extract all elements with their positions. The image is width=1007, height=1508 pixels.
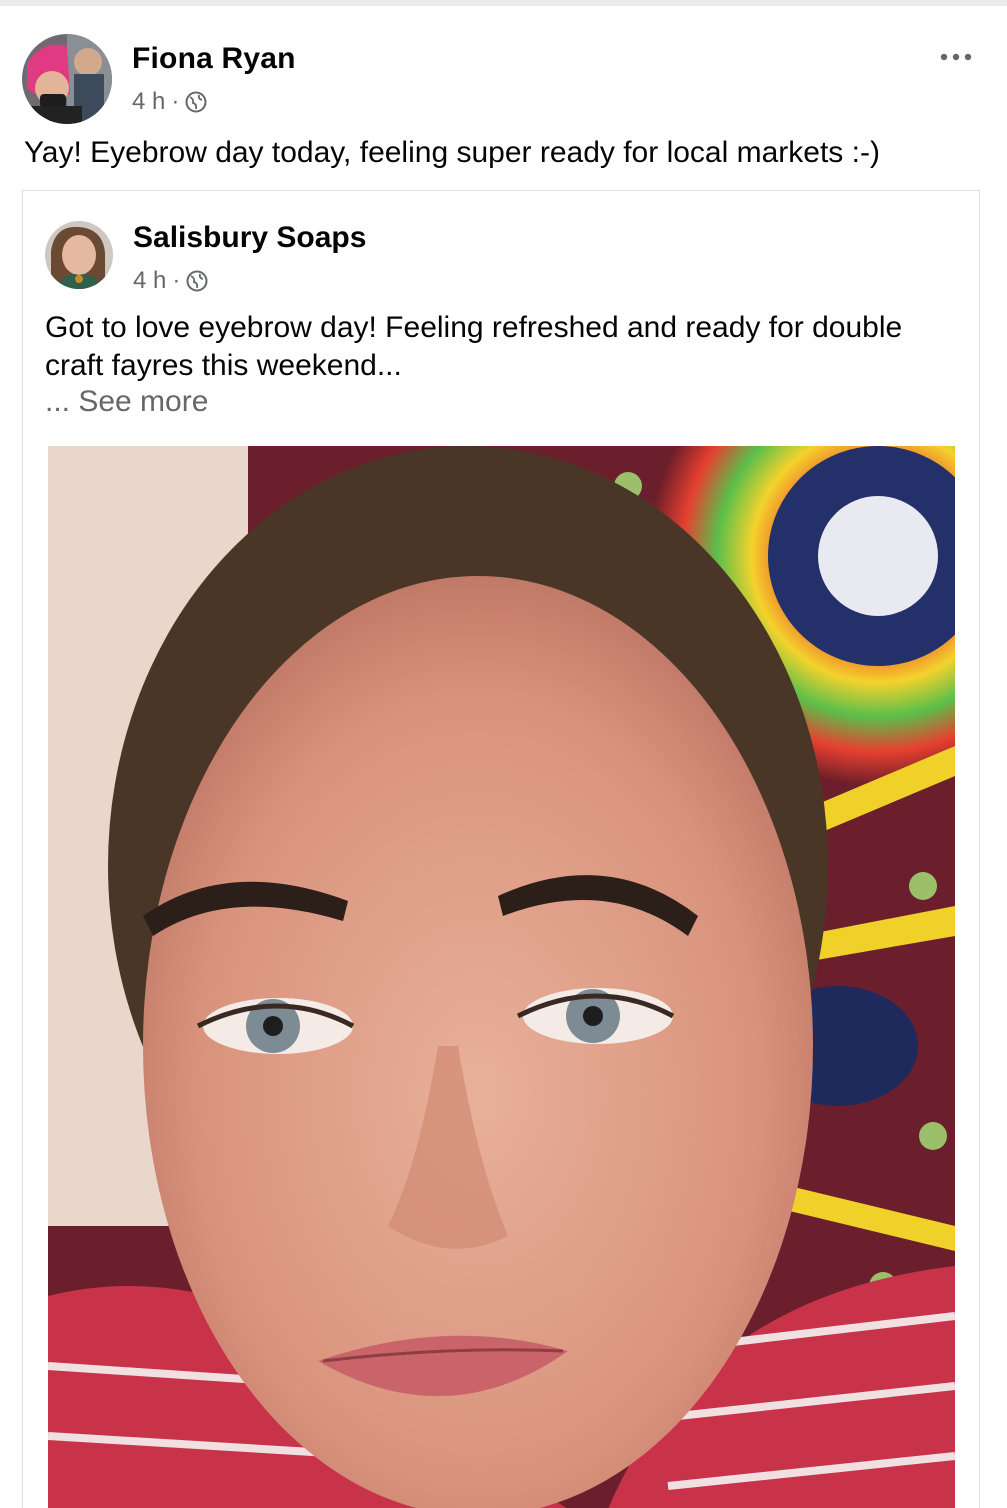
- shared-author-name[interactable]: Salisbury Soaps: [133, 221, 366, 255]
- post-photo[interactable]: [48, 446, 955, 1508]
- post-meta: 4 h ·: [132, 88, 207, 116]
- globe-icon: [185, 91, 207, 113]
- shared-avatar[interactable]: [45, 221, 113, 289]
- facebook-feed-page: Fiona Ryan 4 h · Yay! Eyebrow day today,…: [0, 0, 1007, 1508]
- author-name[interactable]: Fiona Ryan: [132, 42, 296, 76]
- shared-post-text: Got to love eyebrow day! Feeling refresh…: [45, 311, 903, 382]
- avatar[interactable]: [22, 34, 112, 124]
- meta-separator: ·: [171, 88, 180, 115]
- see-more-link[interactable]: ... See more: [45, 385, 208, 419]
- shared-post-meta: 4 h ·: [133, 267, 208, 295]
- globe-icon: [186, 270, 208, 292]
- more-options-button[interactable]: [936, 38, 976, 66]
- post-text: Yay! Eyebrow day today, feeling super re…: [24, 136, 880, 169]
- more-horizontal-icon: [940, 36, 972, 68]
- shared-post-time[interactable]: 4 h: [133, 267, 166, 295]
- shared-post-card[interactable]: Salisbury Soaps 4 h · Got to love eyebro…: [22, 190, 980, 1508]
- meta-separator: ·: [172, 267, 181, 294]
- post-time[interactable]: 4 h: [132, 88, 165, 116]
- shared-post-header: Salisbury Soaps 4 h ·: [45, 221, 945, 294]
- top-divider: [0, 0, 1007, 6]
- post-header: Fiona Ryan 4 h ·: [22, 34, 982, 124]
